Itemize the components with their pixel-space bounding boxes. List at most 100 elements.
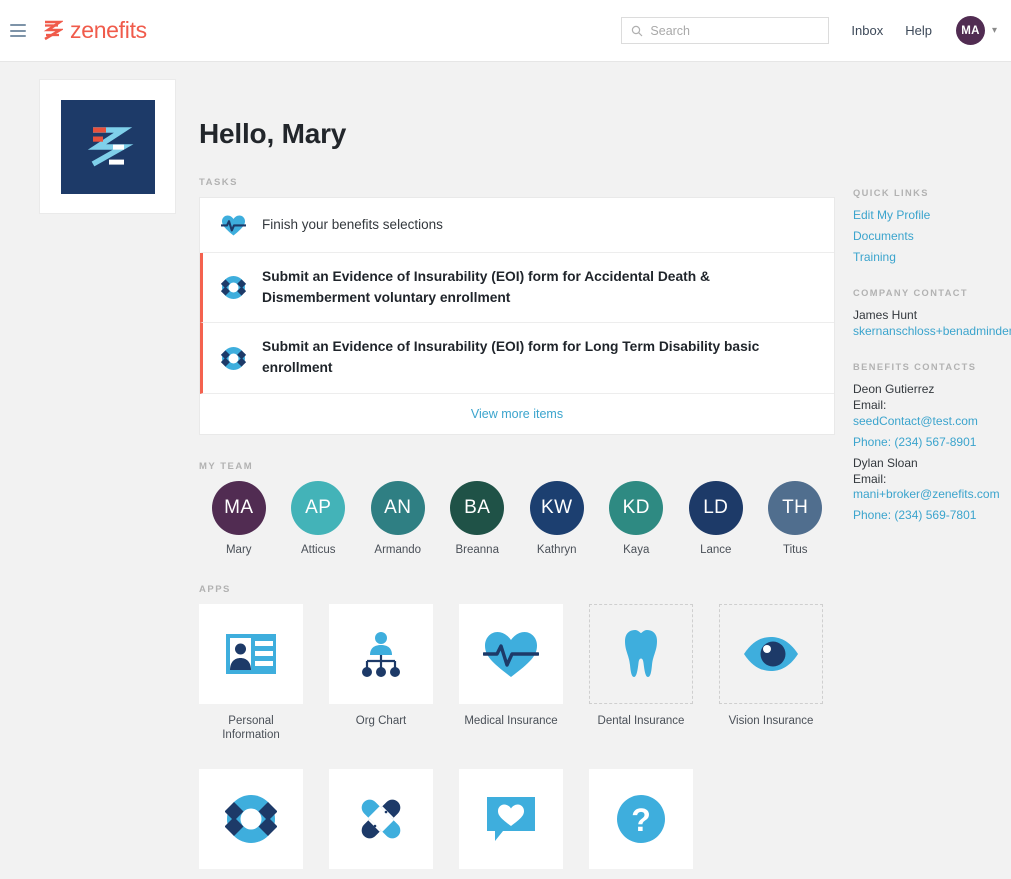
team-member-name: Kathryn	[536, 543, 577, 556]
team-member-kathryn[interactable]: KW Kathryn	[517, 480, 597, 556]
search-input[interactable]	[650, 23, 820, 38]
benefits-contacts-group: BENEFITS CONTACTS Deon Gutierrez Email: …	[853, 362, 1005, 525]
app-label: Dental Insurance	[597, 714, 685, 727]
team-member-name: Mary	[225, 543, 252, 556]
quick-link-edit-my-profile[interactable]: Edit My Profile	[853, 208, 1005, 224]
company-contact-email[interactable]: skernanschloss+benadmindemo_1@zenefits.c…	[853, 324, 1011, 340]
team-row: MA Mary AP Atticus AN Armando BA Breanna…	[199, 480, 836, 556]
app-vision-insurance[interactable]: Vision Insurance	[719, 603, 823, 743]
app-life-preserver[interactable]	[199, 769, 303, 879]
app-tile	[199, 603, 303, 704]
app-tile	[329, 603, 433, 704]
task-label: Finish your benefits selections	[262, 216, 443, 232]
org-chart-icon	[362, 631, 400, 677]
benefits-contact-email[interactable]: seedContact@test.com	[853, 414, 1005, 430]
benefits-contact-phone[interactable]: Phone: (234) 569-7801	[853, 508, 1005, 524]
app-label: Medical Insurance	[464, 714, 558, 727]
team-member-armando[interactable]: AN Armando	[358, 480, 438, 556]
benefits-contact-email-label: Email:	[853, 471, 887, 486]
benefits-contact: Deon Gutierrez Email: seedContact@test.c…	[853, 382, 1005, 451]
hamburger-bar	[10, 24, 26, 26]
team-member-lance[interactable]: LD Lance	[676, 480, 756, 556]
app-dental-insurance[interactable]: Dental Insurance	[589, 603, 693, 743]
benefits-contact-name: Dylan Sloan	[853, 455, 918, 470]
quick-links-label: QUICK LINKS	[853, 188, 929, 198]
quick-links-group: QUICK LINKS Edit My Profile Documents Tr…	[853, 188, 1005, 266]
company-logo-square	[60, 99, 155, 194]
company-logo-card	[39, 79, 176, 214]
apps-section: APPS Personal Information Org Chart Medi…	[199, 584, 835, 879]
chat-heart-icon	[487, 797, 535, 842]
app-help-center[interactable]: ?	[589, 769, 693, 879]
task-row[interactable]: Submit an Evidence of Insurability (EOI)…	[200, 253, 834, 324]
team-member-mary[interactable]: MA Mary	[199, 480, 279, 556]
nav-link-help[interactable]: Help	[905, 23, 932, 38]
quick-link-documents[interactable]: Documents	[853, 229, 1005, 245]
hamburger-bar	[10, 29, 26, 32]
brand-name: zenefits	[70, 17, 147, 43]
app-tile-empty	[589, 603, 693, 704]
app-tile	[199, 769, 303, 870]
team-member-kaya[interactable]: KD Kaya	[597, 480, 677, 556]
brand-logo[interactable]: zenefits	[42, 17, 147, 44]
zenefits-logo-icon	[43, 20, 63, 40]
benefits-contact-name: Deon Gutierrez	[853, 381, 935, 396]
chevron-down-icon[interactable]: ▾	[992, 25, 997, 36]
app-chat-heart[interactable]	[459, 769, 563, 879]
quick-link-training[interactable]: Training	[853, 250, 1005, 266]
eye-icon	[744, 636, 798, 671]
team-member-name: Titus	[783, 543, 808, 556]
task-row[interactable]: Finish your benefits selections	[200, 198, 834, 253]
search-icon	[632, 25, 643, 36]
task-label: Submit an Evidence of Insurability (EOI)…	[262, 339, 760, 376]
tooth-icon	[625, 629, 657, 677]
app-tile: ?	[589, 769, 693, 870]
header-right-group: Inbox Help MA ▾	[621, 16, 1011, 45]
life-preserver-icon	[220, 345, 246, 371]
benefits-contacts-label: BENEFITS CONTACTS	[853, 361, 977, 372]
apps-section-label: APPS	[199, 583, 231, 595]
search-box[interactable]	[621, 17, 830, 44]
company-contact-group: COMPANY CONTACT James Hunt skernanschlos…	[853, 287, 1011, 340]
app-tile-empty	[719, 603, 823, 704]
apps-grid: Personal Information Org Chart Medical I…	[199, 603, 835, 879]
main-content: Hello, Mary TASKS Finish your benefits s…	[199, 118, 835, 879]
benefits-contact-phone[interactable]: Phone: (234) 567-8901	[853, 435, 1005, 451]
life-preserver-icon	[225, 795, 277, 844]
avatar: BA	[450, 480, 505, 535]
view-more-items-link[interactable]: View more items	[200, 394, 834, 434]
bandages-icon	[361, 799, 401, 839]
avatar: KW	[529, 480, 584, 535]
benefits-contact-email[interactable]: mani+broker@zenefits.com	[853, 487, 1005, 503]
avatar: LD	[688, 480, 743, 535]
task-row[interactable]: Submit an Evidence of Insurability (EOI)…	[200, 323, 834, 394]
app-medical-insurance[interactable]: Medical Insurance	[459, 603, 563, 743]
team-section-label: MY TEAM	[199, 460, 254, 472]
app-label: Personal Information	[222, 714, 280, 742]
avatar: KD	[609, 480, 664, 535]
avatar: AN	[370, 480, 425, 535]
my-team-section: MY TEAM MA Mary AP Atticus AN Armando BA…	[199, 461, 835, 556]
app-tile	[459, 769, 563, 870]
heartbeat-icon	[220, 212, 246, 238]
avatar: MA	[211, 480, 266, 535]
app-label: Org Chart	[355, 714, 407, 727]
team-member-name: Breanna	[455, 543, 499, 556]
team-member-name: Kaya	[623, 543, 650, 556]
svg-text:?: ?	[631, 802, 651, 838]
app-org-chart[interactable]: Org Chart	[329, 603, 433, 743]
right-sidebar: QUICK LINKS Edit My Profile Documents Tr…	[853, 188, 1011, 546]
app-bandages[interactable]	[329, 769, 433, 879]
team-member-name: Atticus	[300, 543, 336, 556]
hamburger-icon[interactable]	[10, 24, 26, 37]
team-member-breanna[interactable]: BA Breanna	[438, 480, 518, 556]
zenefits-company-logo-icon	[87, 126, 133, 166]
life-preserver-icon	[220, 275, 246, 301]
team-member-titus[interactable]: TH Titus	[756, 480, 836, 556]
app-personal-information[interactable]: Personal Information	[199, 603, 303, 743]
avatar: AP	[291, 480, 346, 535]
nav-link-inbox[interactable]: Inbox	[851, 23, 883, 38]
team-member-atticus[interactable]: AP Atticus	[279, 480, 359, 556]
company-contact-label: COMPANY CONTACT	[853, 287, 968, 298]
user-avatar[interactable]: MA	[955, 16, 985, 45]
